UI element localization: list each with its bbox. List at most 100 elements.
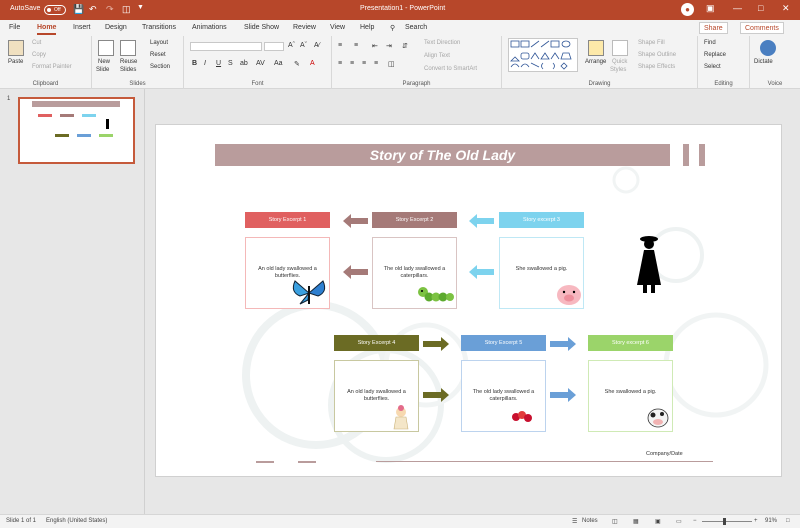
excerpt-3-header[interactable]: Story excerpt 3: [499, 212, 584, 228]
ribbon-display-icon[interactable]: ▣: [706, 3, 715, 14]
find-button[interactable]: Find: [704, 40, 716, 46]
minimize-icon[interactable]: —: [733, 3, 742, 13]
maximize-icon[interactable]: □: [758, 3, 763, 13]
decrease-font-icon[interactable]: Aˇ: [300, 42, 307, 49]
line-spacing-icon[interactable]: ⇵: [402, 42, 408, 50]
microphone-icon[interactable]: [760, 40, 776, 56]
close-icon[interactable]: ✕: [782, 3, 790, 14]
increase-indent-icon[interactable]: ⇥: [386, 42, 392, 50]
language-status[interactable]: English (United States): [46, 518, 107, 524]
comments-button[interactable]: Comments: [740, 22, 784, 34]
tab-slide-show[interactable]: Slide Show: [244, 24, 279, 31]
search-icon[interactable]: ⚲: [390, 24, 395, 32]
slide-canvas[interactable]: Story of The Old Lady Story Excerpt 1 An…: [155, 124, 782, 477]
notes-button[interactable]: Notes: [582, 518, 598, 524]
numbering-icon[interactable]: ≡: [354, 42, 358, 49]
font-size-combo[interactable]: [264, 42, 284, 51]
slide-sorter-icon[interactable]: ▦: [633, 518, 639, 525]
shape-fill-button[interactable]: Shape Fill: [638, 40, 665, 46]
excerpt-6-box[interactable]: She swallowed a pig.: [588, 360, 673, 432]
reuse-slides-label-2[interactable]: Slides: [120, 67, 136, 73]
shape-outline-button[interactable]: Shape Outline: [638, 52, 676, 58]
align-text-button[interactable]: Align Text: [424, 53, 450, 59]
autosave-toggle[interactable]: Off: [44, 5, 66, 15]
tab-animations[interactable]: Animations: [192, 24, 227, 31]
reuse-slides-icon[interactable]: [120, 40, 136, 56]
align-right-icon[interactable]: ≡: [362, 60, 366, 67]
reset-button[interactable]: Reset: [150, 52, 166, 58]
excerpt-2-box[interactable]: The old lady swallowed a caterpillars.: [372, 237, 457, 309]
presentation-icon[interactable]: ◫: [122, 4, 131, 15]
new-slide-label-2[interactable]: Slide: [96, 67, 109, 73]
convert-smartart-button[interactable]: Convert to SmartArt: [424, 66, 477, 72]
zoom-level[interactable]: 91%: [765, 518, 777, 524]
excerpt-1-header[interactable]: Story Excerpt 1: [245, 212, 330, 228]
notes-icon[interactable]: ☰: [572, 518, 577, 525]
excerpt-1-box[interactable]: An old lady swallowed a butterflies.: [245, 237, 330, 309]
zoom-out-icon[interactable]: −: [693, 518, 697, 524]
excerpt-6-header[interactable]: Story excerpt 6: [588, 335, 673, 351]
tab-view[interactable]: View: [330, 24, 345, 31]
quick-styles-label-1[interactable]: Quick: [612, 59, 627, 65]
select-button[interactable]: Select: [704, 64, 721, 70]
dictate-button[interactable]: Dictate: [754, 59, 773, 65]
tab-review[interactable]: Review: [293, 24, 316, 31]
underline-icon[interactable]: U: [216, 60, 221, 67]
shapes-gallery[interactable]: [508, 38, 578, 72]
share-button[interactable]: Share: [699, 22, 728, 34]
excerpt-5-box[interactable]: The old lady swallowed a caterpillars.: [461, 360, 546, 432]
format-painter-button[interactable]: Format Painter: [32, 64, 72, 70]
strikethrough-icon[interactable]: S: [228, 60, 233, 67]
paste-button[interactable]: Paste: [8, 59, 23, 65]
tab-insert[interactable]: Insert: [73, 24, 91, 31]
excerpt-4-box[interactable]: An old lady swallowed a butterflies.: [334, 360, 419, 432]
justify-icon[interactable]: ≡: [374, 60, 378, 67]
arrange-icon[interactable]: [588, 40, 604, 56]
replace-button[interactable]: Replace: [704, 52, 726, 58]
paste-icon[interactable]: [8, 40, 24, 56]
redo-icon[interactable]: ↷: [106, 4, 114, 15]
slideshow-view-icon[interactable]: ▭: [676, 518, 682, 525]
save-icon[interactable]: 💾: [73, 4, 84, 15]
account-avatar-icon[interactable]: ●: [681, 3, 694, 16]
change-case-icon[interactable]: Aa: [274, 60, 283, 67]
excerpt-4-header[interactable]: Story Excerpt 4: [334, 335, 419, 351]
font-color-icon[interactable]: A: [310, 60, 315, 67]
slide-thumbnail[interactable]: [18, 97, 135, 164]
excerpt-2-header[interactable]: Story Excerpt 2: [372, 212, 457, 228]
columns-icon[interactable]: ◫: [388, 60, 395, 68]
clear-format-icon[interactable]: A∕: [314, 42, 320, 49]
normal-view-icon[interactable]: ◫: [612, 518, 618, 525]
tab-transitions[interactable]: Transitions: [142, 24, 176, 31]
decrease-indent-icon[interactable]: ⇤: [372, 42, 378, 50]
layout-button[interactable]: Layout: [150, 40, 168, 46]
reuse-slides-label-1[interactable]: Reuse: [120, 59, 137, 65]
increase-font-icon[interactable]: Aˆ: [288, 42, 295, 49]
zoom-slider-thumb[interactable]: [723, 518, 726, 525]
italic-icon[interactable]: I: [204, 60, 206, 67]
text-shadow-icon[interactable]: ab: [240, 60, 248, 67]
font-name-combo[interactable]: [190, 42, 262, 51]
reading-view-icon[interactable]: ▣: [655, 518, 661, 525]
undo-icon[interactable]: ↶: [89, 4, 97, 15]
zoom-in-icon[interactable]: +: [754, 518, 758, 524]
copy-button[interactable]: Copy: [32, 52, 46, 58]
bullets-icon[interactable]: ≡: [338, 42, 342, 49]
section-button[interactable]: Section: [150, 64, 170, 70]
customize-qat-icon[interactable]: ▼: [137, 4, 144, 11]
zoom-slider[interactable]: [702, 521, 752, 522]
quick-styles-label-2[interactable]: Styles: [610, 67, 626, 73]
shape-effects-button[interactable]: Shape Effects: [638, 64, 675, 70]
new-slide-label-1[interactable]: New: [98, 59, 110, 65]
align-center-icon[interactable]: ≡: [350, 60, 354, 67]
tab-help[interactable]: Help: [360, 24, 374, 31]
new-slide-icon[interactable]: [98, 40, 114, 56]
tab-file[interactable]: File: [9, 24, 20, 31]
cut-button[interactable]: Cut: [32, 40, 41, 46]
bold-icon[interactable]: B: [192, 60, 197, 67]
text-direction-button[interactable]: Text Direction: [424, 40, 460, 46]
tab-home[interactable]: Home: [37, 24, 57, 35]
quick-styles-icon[interactable]: [612, 40, 628, 56]
align-left-icon[interactable]: ≡: [338, 60, 342, 67]
excerpt-3-box[interactable]: She swallowed a pig.: [499, 237, 584, 309]
